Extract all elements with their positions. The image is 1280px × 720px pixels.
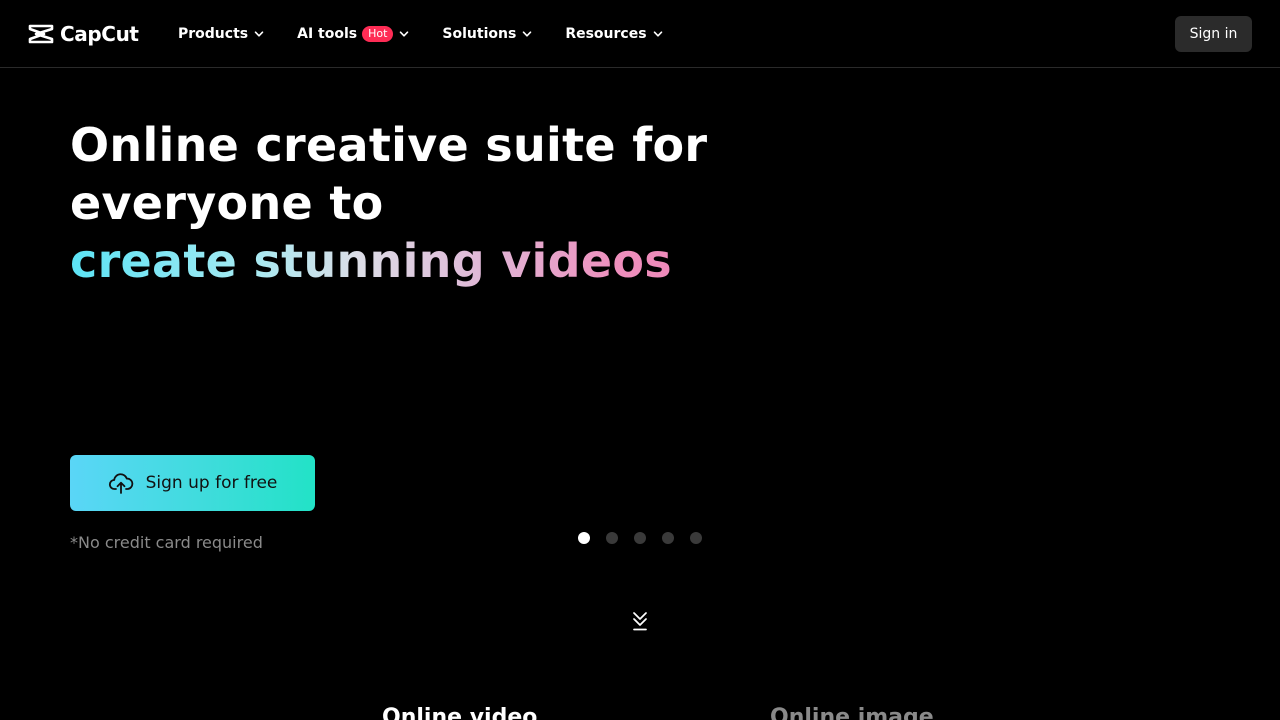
chevron-down-icon [400,31,409,37]
nav-item-solutions[interactable]: Solutions [442,26,532,42]
tab-online-video[interactable]: Online video [382,704,537,720]
sign-up-free-label: Sign up for free [145,473,278,493]
product-tabs: Online video Online image [0,704,1280,720]
double-chevron-down-icon[interactable] [630,610,650,632]
nav-item-label: Solutions [442,26,517,42]
chevron-down-icon [254,31,264,37]
nav-item-ai-tools[interactable]: AI tools Hot [297,26,409,42]
chevron-down-icon [653,31,662,37]
carousel-indicators [578,531,702,545]
hero-title: Online creative suite for everyone to cr… [70,116,830,290]
carousel-dot[interactable] [634,532,646,544]
carousel-dot[interactable] [690,532,702,544]
carousel-dot[interactable] [662,532,674,544]
nav-item-label: AI tools [297,26,358,42]
top-nav-bar: CapCut Products AI tools Hot Solutions R… [0,0,1280,68]
sign-in-button[interactable]: Sign in [1175,16,1252,52]
carousel-dot[interactable] [606,532,618,544]
nav-item-resources[interactable]: Resources [565,26,662,42]
page: CapCut Products AI tools Hot Solutions R… [0,0,1280,720]
nav-item-label: Resources [565,26,647,42]
chevron-down-icon [523,31,532,37]
no-credit-card-note: *No credit card required [70,533,263,552]
nav-item-products[interactable]: Products [178,26,264,42]
hero-title-line-1: Online creative suite for [70,118,708,172]
carousel-dot[interactable] [578,532,590,544]
brand-logo[interactable]: CapCut [28,20,139,48]
brand-name: CapCut [60,22,139,46]
tab-online-image[interactable]: Online image [770,704,934,720]
sign-up-free-button[interactable]: Sign up for free [70,455,315,511]
nav-item-label: Products [178,26,249,42]
hero-title-line-2: everyone to [70,176,384,230]
main-nav: Products AI tools Hot Solutions Resource… [178,22,696,46]
hero-title-highlight: create stunning videos [70,232,830,290]
cloud-upload-icon [108,473,133,494]
capcut-logo-icon [28,24,54,44]
hot-badge: Hot [362,26,394,42]
